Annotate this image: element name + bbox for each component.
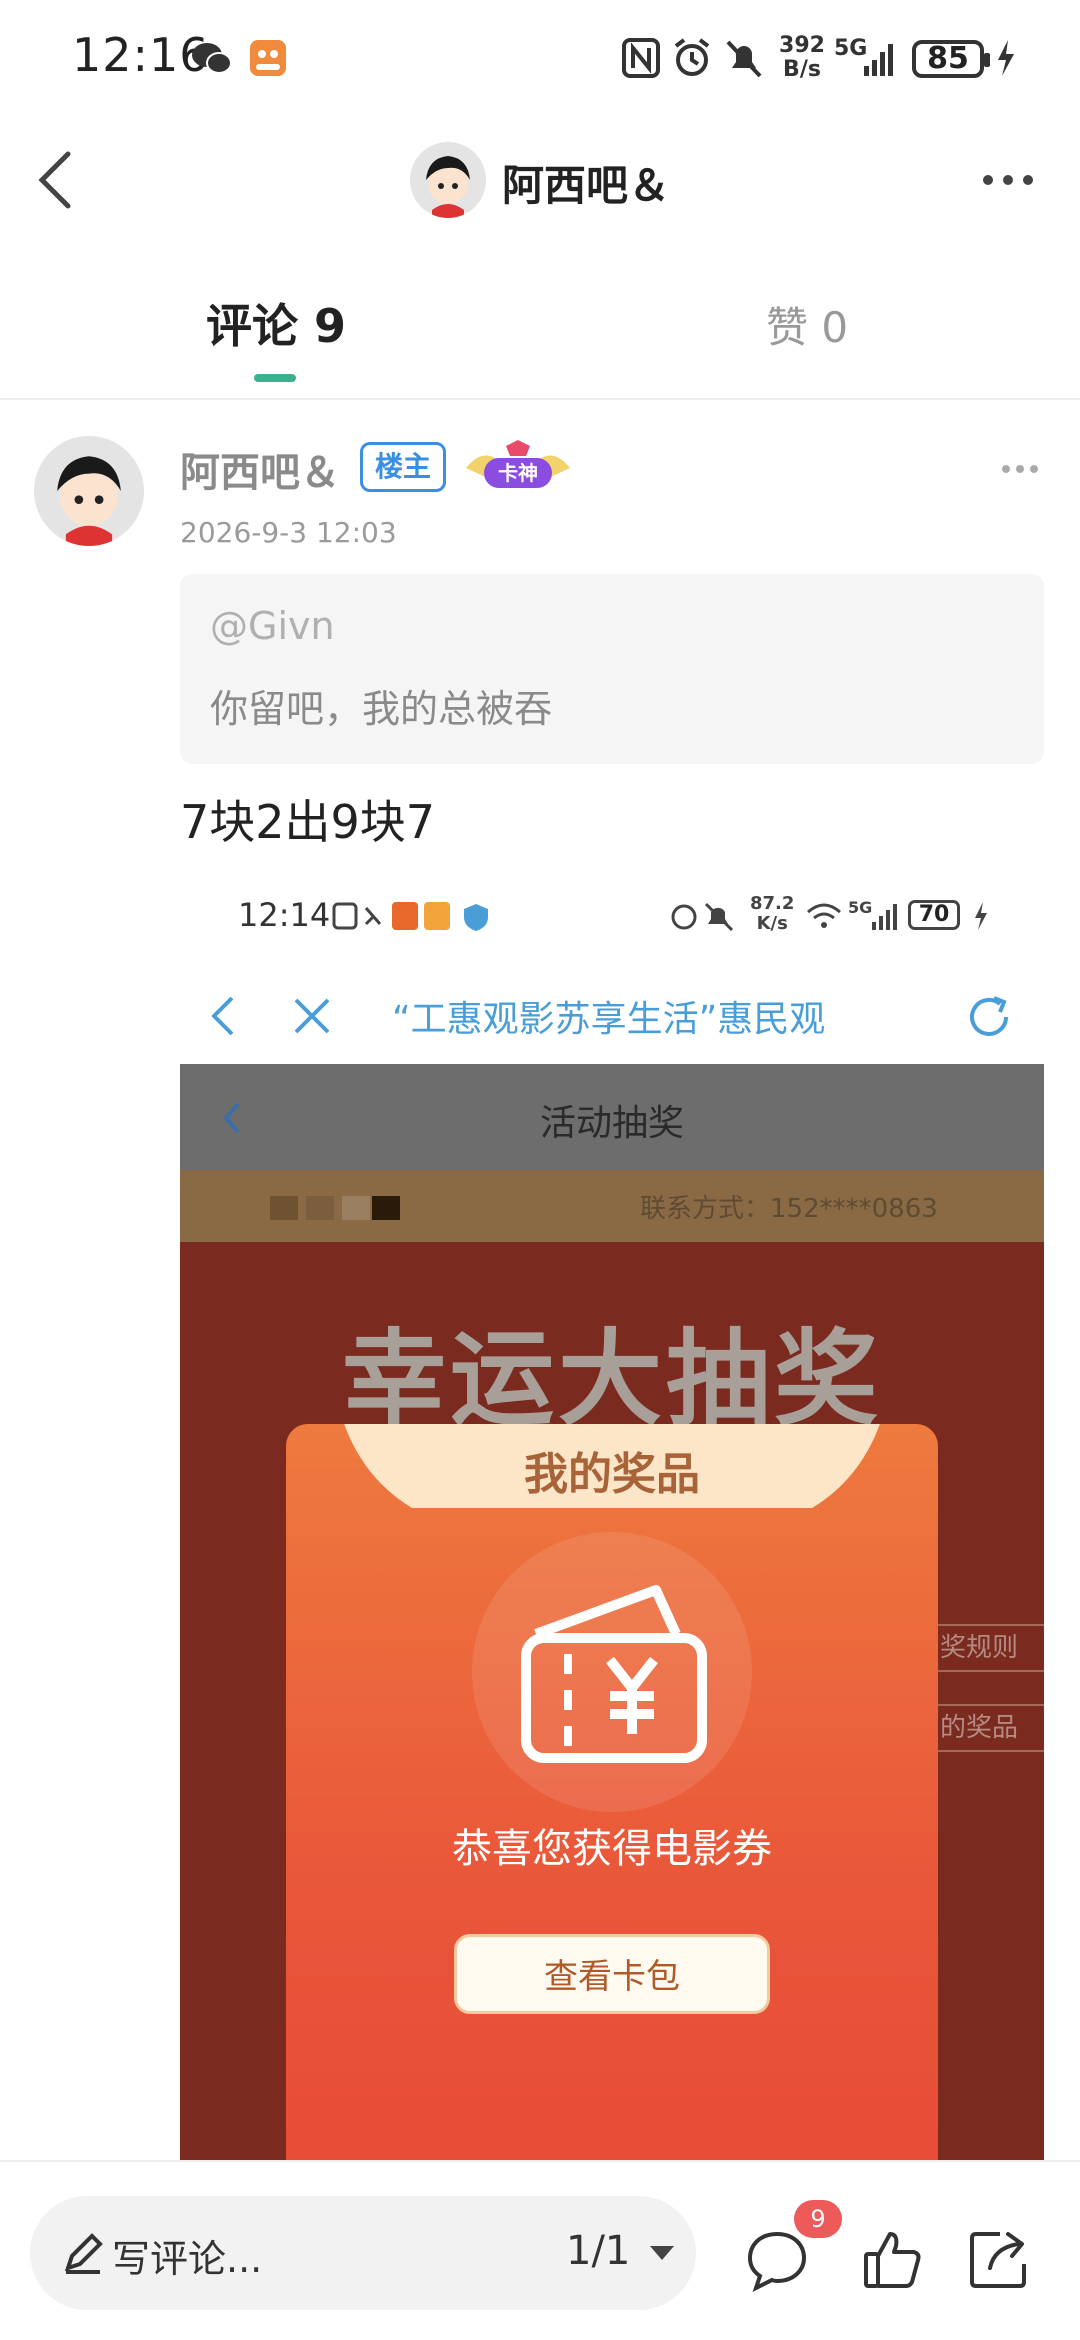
image-lottery-page: 活动抽奖 联系方式：152****0863 幸运大抽奖 奖规则 的奖品 我的奖品… — [180, 1064, 1044, 2160]
ticket-icon — [521, 1585, 707, 1763]
image-network-type: 5G — [848, 898, 873, 917]
image-rules-button: 奖规则 — [928, 1624, 1044, 1672]
write-comment-placeholder: 写评论... — [112, 2237, 263, 2281]
tab-likes[interactable]: 赞 0 — [766, 294, 848, 355]
prize-title: 我的奖品 — [524, 1449, 700, 1500]
image-page-header: 活动抽奖 — [180, 1064, 1044, 1170]
view-card-wallet-button: 查看卡包 — [454, 1934, 770, 2014]
image-status-time: 12:14 — [238, 896, 331, 934]
tabs-divider — [0, 398, 1080, 400]
write-comment-input[interactable]: 写评论... 1/1 — [30, 2196, 696, 2310]
prize-message: 恭喜您获得电影券 — [452, 1826, 772, 1872]
svg-text:卡神: 卡神 — [498, 461, 538, 485]
image-lottery-title: 幸运大抽奖 — [341, 1318, 882, 1440]
signal-icon — [864, 44, 893, 76]
comment-author-name[interactable]: 阿西吧＆ — [180, 440, 340, 498]
image-status-icons — [332, 902, 450, 930]
battery-indicator: 85 — [912, 40, 990, 78]
comment-author-avatar[interactable] — [34, 436, 144, 546]
comment-more-icon[interactable] — [1000, 462, 1040, 476]
pencil-icon — [64, 2233, 103, 2274]
image-my-prizes-button: 的奖品 — [928, 1704, 1044, 1752]
comment-icon[interactable] — [746, 2228, 808, 2292]
image-net-speed: 87.2 K/s — [750, 893, 795, 934]
medal-badge: 卡神 — [462, 440, 574, 496]
thumbs-up-icon[interactable] — [862, 2228, 926, 2292]
nfc-icon — [622, 38, 660, 78]
image-contact-bar: 联系方式：152****0863 — [180, 1170, 1044, 1242]
image-prize-card: 我的奖品 恭喜您获得电影券 查看卡包 — [286, 1424, 938, 2160]
image-alarm-mute-icons — [671, 902, 734, 932]
quoted-text: 你留吧，我的总被吞 — [210, 687, 553, 731]
quoted-user[interactable]: @Givn — [210, 604, 335, 648]
image-contact-info: 联系方式：152****0863 — [640, 1194, 938, 1224]
more-options-icon[interactable] — [978, 170, 1038, 190]
charging-icon — [998, 40, 1014, 76]
mute-icon — [726, 40, 762, 78]
share-icon[interactable] — [966, 2228, 1030, 2292]
image-back-icon — [211, 996, 234, 1036]
image-nav-title: “工惠观影苏享生活”惠民观 — [392, 999, 826, 1040]
shield-icon — [464, 904, 488, 931]
image-page-title: 活动抽奖 — [539, 1103, 684, 1144]
tab-comments[interactable]: 评论 9 — [206, 290, 346, 356]
active-tab-indicator — [254, 374, 296, 382]
image-nav-bar: “工惠观影苏享生活”惠民观 — [180, 968, 1044, 1064]
image-status-bar: 12:14 87.2 K/s 5G 70 — [180, 872, 1044, 968]
comment-image[interactable]: 12:14 87.2 K/s 5G 70 “工惠观影苏享生活”惠民观 活动抽奖 … — [180, 872, 1044, 2160]
page-indicator[interactable]: 1/1 — [566, 2228, 630, 2274]
bottom-bar: 写评论... 1/1 9 — [0, 2162, 1080, 2340]
wechat-icon — [192, 43, 232, 74]
comment-count-badge: 9 — [794, 2200, 842, 2238]
quoted-reply[interactable]: @Givn 你留吧，我的总被吞 — [180, 574, 1044, 764]
header-title: 阿西吧＆ — [502, 161, 671, 210]
avatar-image — [410, 142, 486, 218]
image-battery: 70 — [908, 900, 960, 930]
back-button[interactable] — [28, 148, 88, 212]
redacted-name-blocks — [270, 1196, 400, 1220]
avatar-image — [34, 436, 144, 546]
image-close-icon — [294, 998, 330, 1034]
header-avatar[interactable] — [410, 142, 486, 218]
dropdown-arrow-icon[interactable] — [648, 2244, 676, 2262]
comment-text: 7块2出9块7 — [180, 795, 436, 849]
image-charging-icon — [975, 902, 987, 930]
status-bar: 12:16 392 B/s 5G 85 — [0, 0, 1080, 120]
app-notification-icon — [250, 40, 286, 76]
image-refresh-icon — [970, 996, 1008, 1036]
status-time: 12:16 — [72, 28, 210, 82]
image-signal-icon — [872, 904, 897, 930]
comment-timestamp: 2026-9-3 12:03 — [180, 516, 397, 549]
medal-icon: 卡神 — [466, 440, 570, 488]
alarm-icon — [674, 38, 710, 76]
net-speed: 392 B/s — [779, 33, 825, 82]
wifi-icon — [807, 903, 841, 928]
op-badge: 楼主 — [360, 442, 446, 492]
